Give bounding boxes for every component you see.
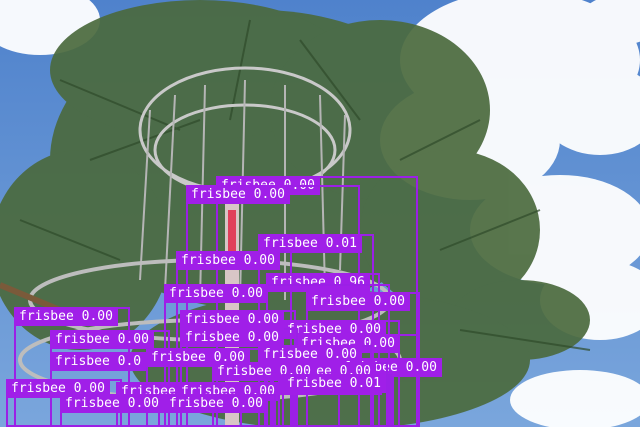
detection-label: frisbee 0.00: [60, 394, 164, 413]
detection-label: frisbee 0.00: [306, 292, 410, 311]
detection-label: frisbee 0.00: [164, 284, 268, 303]
detection-label: frisbee 0.00: [180, 310, 284, 329]
detection-label: frisbee 0.00: [50, 330, 154, 349]
detection-label: frisbee 0.00: [164, 394, 268, 413]
detection-label: frisbee 0.0: [50, 352, 147, 371]
detection-label: frisbee 0.00: [186, 185, 290, 204]
detection-label: frisbee 0.01: [282, 374, 386, 393]
detection-label: frisbee 0.00: [14, 307, 118, 326]
detection-overlay: frisbee 0.00frisbee 0.00frisbee 0.01fris…: [0, 0, 640, 427]
detection-label: frisbee 0.00: [176, 251, 280, 270]
